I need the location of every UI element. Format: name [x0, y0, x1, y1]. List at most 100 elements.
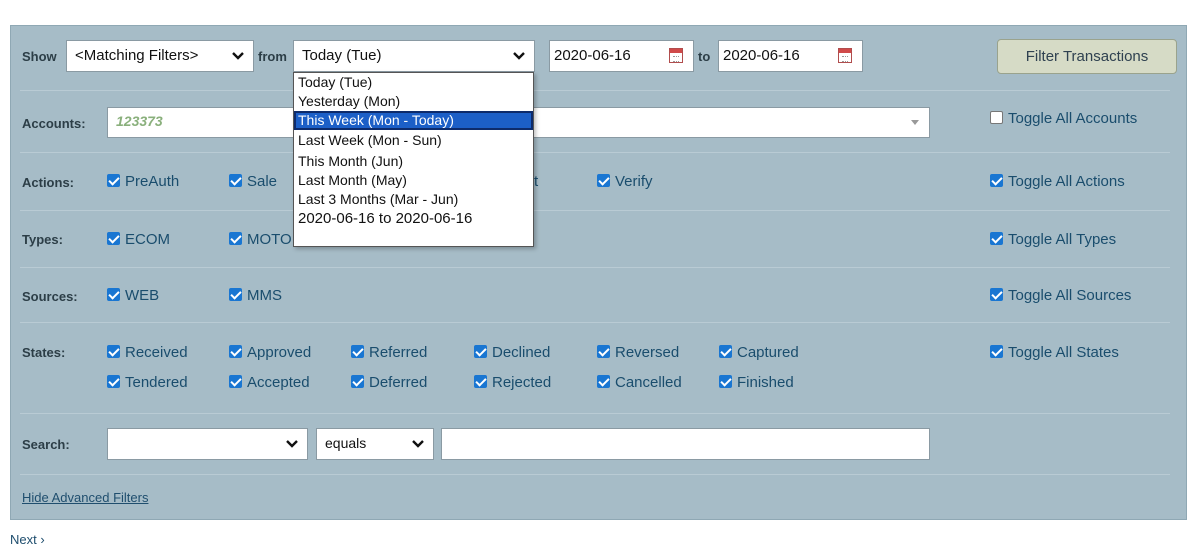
row-divider [20, 413, 1170, 414]
calendar-icon[interactable] [669, 48, 683, 63]
action-checkbox-verify[interactable]: Verify [597, 173, 653, 190]
state-checkbox-captured[interactable]: Captured [719, 344, 799, 361]
date-from-input[interactable]: 2020-06-16 [549, 40, 694, 72]
checkbox-icon [990, 232, 1003, 245]
dropdown-option[interactable]: Today (Tue) [294, 73, 533, 92]
checkbox-icon [229, 232, 242, 245]
state-checkbox-tendered[interactable]: Tendered [107, 374, 188, 391]
checkbox-icon [107, 174, 120, 187]
row-divider [20, 90, 1170, 91]
date-range-select[interactable]: Today (Tue) [293, 40, 535, 72]
toggle-all-accounts[interactable]: Toggle All Accounts [990, 110, 1137, 127]
date-to-value: 2020-06-16 [723, 47, 800, 64]
date-to-input[interactable]: 2020-06-16 [718, 40, 863, 72]
checkbox-label: MMS [247, 287, 282, 304]
source-checkbox-web[interactable]: WEB [107, 287, 159, 304]
state-checkbox-reversed[interactable]: Reversed [597, 344, 679, 361]
toggle-all-sources[interactable]: Toggle All Sources [990, 287, 1131, 304]
dropdown-option[interactable]: 2020-06-16 to 2020-06-16 [294, 209, 533, 228]
show-select-value: <Matching Filters> [75, 47, 199, 64]
checkbox-label: Captured [737, 344, 799, 361]
checkbox-label: Accepted [247, 374, 310, 391]
toggle-label: Toggle All Types [1008, 231, 1117, 248]
state-checkbox-rejected[interactable]: Rejected [474, 374, 551, 391]
checkbox-label: PreAuth [125, 173, 180, 190]
state-checkbox-referred[interactable]: Referred [351, 344, 427, 361]
search-value-input[interactable] [441, 428, 930, 460]
account-tag[interactable]: 123373 [116, 113, 163, 129]
checkbox-label: Received [125, 344, 188, 361]
state-checkbox-cancelled[interactable]: Cancelled [597, 374, 682, 391]
dropdown-option-highlighted[interactable]: This Week (Mon - Today) [294, 111, 533, 130]
checkbox-label: MOTO [247, 231, 292, 248]
toggle-label: Toggle All States [1008, 344, 1119, 361]
chevron-down-icon [512, 49, 526, 63]
checkbox-icon [474, 375, 487, 388]
checkbox-label: Sale [247, 173, 278, 190]
search-operator-select[interactable]: equals [316, 428, 434, 460]
toggle-label: Toggle All Sources [1008, 287, 1132, 304]
checkbox-icon [597, 375, 610, 388]
checkbox-icon [597, 174, 610, 187]
row-divider [20, 474, 1170, 475]
row-divider [20, 267, 1170, 268]
checkbox-label: Referred [369, 344, 428, 361]
to-label: to [698, 49, 711, 64]
state-checkbox-finished[interactable]: Finished [719, 374, 794, 391]
from-label: from [258, 49, 287, 64]
action-checkbox-preauth[interactable]: PreAuth [107, 173, 179, 190]
checkbox-label: Cancelled [615, 374, 682, 391]
checkbox-icon [990, 345, 1003, 358]
hide-advanced-filters-link[interactable]: Hide Advanced Filters [22, 490, 148, 505]
checkbox-icon [107, 232, 120, 245]
row-divider [20, 152, 1170, 153]
state-checkbox-accepted[interactable]: Accepted [229, 374, 310, 391]
checkbox-icon [597, 345, 610, 358]
action-checkbox-sale[interactable]: Sale [229, 173, 277, 190]
toggle-all-states[interactable]: Toggle All States [990, 344, 1119, 361]
chevron-down-icon [231, 49, 245, 63]
state-checkbox-received[interactable]: Received [107, 344, 188, 361]
date-from-value: 2020-06-16 [554, 47, 631, 64]
types-label: Types: [22, 232, 63, 247]
checkbox-label: ECOM [125, 231, 170, 248]
date-range-select-value: Today (Tue) [302, 47, 382, 64]
search-label: Search: [22, 437, 70, 452]
type-checkbox-moto[interactable]: MOTO [229, 231, 292, 248]
toggle-all-types[interactable]: Toggle All Types [990, 231, 1116, 248]
dropdown-option[interactable]: Yesterday (Mon) [294, 92, 533, 111]
toggle-label: Toggle All Accounts [1008, 110, 1138, 127]
source-checkbox-mms[interactable]: MMS [229, 287, 282, 304]
toggle-all-actions[interactable]: Toggle All Actions [990, 173, 1125, 190]
row-divider [20, 322, 1170, 323]
checkbox-icon [107, 345, 120, 358]
search-field-select[interactable] [107, 428, 308, 460]
state-checkbox-declined[interactable]: Declined [474, 344, 550, 361]
dropdown-option[interactable]: Last Week (Mon - Sun) [294, 131, 533, 150]
show-select[interactable]: <Matching Filters> [66, 40, 254, 72]
chevron-down-icon [285, 437, 299, 451]
checkbox-label: Verify [615, 173, 653, 190]
actions-label: Actions: [22, 175, 74, 190]
checkbox-label: t [534, 173, 539, 190]
accounts-label: Accounts: [22, 116, 86, 131]
checkbox-label: Approved [247, 344, 312, 361]
state-checkbox-deferred[interactable]: Deferred [351, 374, 427, 391]
row-divider [20, 210, 1170, 211]
filter-transactions-button[interactable]: Filter Transactions [997, 39, 1177, 74]
dropdown-option[interactable]: Last 3 Months (Mar - Jun) [294, 190, 533, 209]
show-label: Show [22, 49, 57, 64]
checkbox-label: Finished [737, 374, 794, 391]
checkbox-icon [719, 375, 732, 388]
toggle-label: Toggle All Actions [1008, 173, 1125, 190]
action-checkbox-partial[interactable]: t [534, 173, 538, 190]
search-operator-value: equals [325, 435, 367, 451]
state-checkbox-approved[interactable]: Approved [229, 344, 311, 361]
checkbox-icon [351, 375, 364, 388]
checkbox-label: Reversed [615, 344, 680, 361]
dropdown-option[interactable]: This Month (Jun) [294, 152, 533, 171]
checkbox-label: Deferred [369, 374, 428, 391]
calendar-icon[interactable] [838, 48, 852, 63]
dropdown-option[interactable]: Last Month (May) [294, 171, 533, 190]
type-checkbox-ecom[interactable]: ECOM [107, 231, 170, 248]
